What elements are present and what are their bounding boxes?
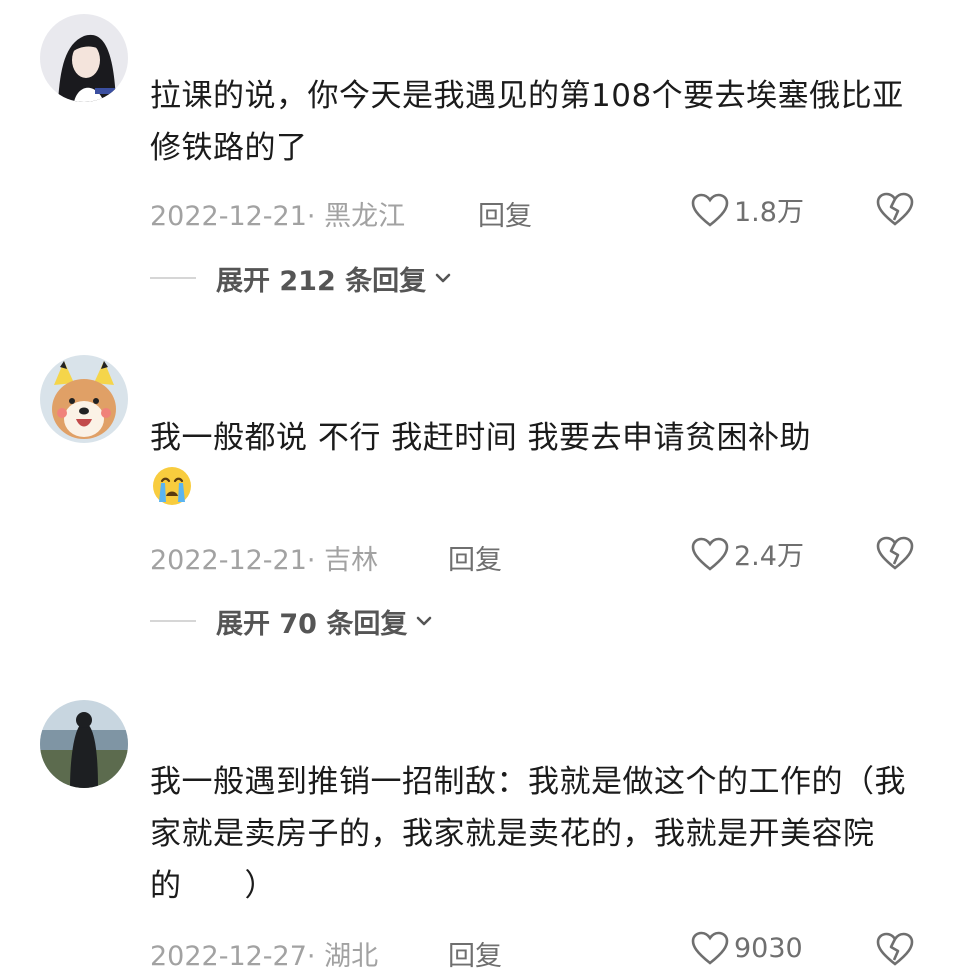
heart-outline-icon [691, 193, 729, 227]
reply-button[interactable]: 回复 [478, 194, 532, 233]
crying-face-emoji [153, 467, 191, 505]
broken-heart-icon [876, 192, 914, 226]
like-button[interactable]: 2.4万 [690, 534, 804, 573]
dislike-button[interactable] [875, 930, 915, 975]
avatar-girl-image [40, 14, 128, 102]
like-button[interactable]: 1.8万 [690, 190, 804, 229]
comment-text-content: 我一般都说 不行 我赶时间 我要去申请贫困补助 [150, 420, 812, 456]
like-count: 9030 [734, 932, 803, 964]
chevron-down-icon [435, 273, 451, 283]
comment-text: 拉课的说，你今天是我遇见的第108个要去埃塞俄比亚修铁路的了 [150, 78, 904, 166]
comment-date-location: 2022-12-27· 湖北 [150, 941, 379, 972]
like-count: 1.8万 [734, 197, 804, 228]
avatar[interactable] [40, 14, 128, 102]
reply-button[interactable]: 回复 [448, 934, 502, 973]
divider-line [150, 620, 196, 622]
heart-outline-icon [691, 537, 729, 571]
chevron-down-icon [417, 616, 432, 626]
avatar[interactable] [40, 700, 128, 788]
reply-button[interactable]: 回复 [448, 538, 502, 577]
comment-text: 我一般都说 不行 我赶时间 我要去申请贫困补助 [150, 412, 920, 516]
comment-meta: 2022-12-21· 吉林 回复 2.4万 [150, 534, 920, 577]
broken-heart-icon [876, 932, 914, 966]
comment-date-location: 2022-12-21· 吉林 [150, 545, 379, 576]
comment-text: 我一般遇到推销一招制敌：我就是做这个的工作的（我家就是卖房子的，我家就是卖花的，… [150, 764, 906, 904]
comment-date-location: 2022-12-21· 黑龙江 [150, 201, 406, 232]
dislike-button[interactable] [875, 534, 915, 579]
comment-meta: 2022-12-21· 黑龙江 回复 1.8万 [150, 190, 920, 233]
expand-replies-label: 展开 212 条回复 [216, 265, 427, 297]
avatar-shiba-image [40, 355, 128, 443]
broken-heart-icon [876, 536, 914, 570]
expand-replies-button[interactable]: 展开 212 条回复 [150, 258, 454, 298]
divider-line [150, 277, 196, 279]
like-button[interactable]: 9030 [690, 930, 803, 966]
dislike-button[interactable] [875, 190, 915, 235]
avatar[interactable] [40, 355, 128, 443]
comment-meta: 2022-12-27· 湖北 回复 9030 [150, 930, 920, 973]
heart-outline-icon [691, 931, 729, 965]
avatar-silhouette-image [40, 700, 128, 788]
like-count: 2.4万 [734, 541, 804, 572]
expand-replies-label: 展开 70 条回复 [216, 608, 408, 640]
expand-replies-button[interactable]: 展开 70 条回复 [150, 601, 435, 641]
